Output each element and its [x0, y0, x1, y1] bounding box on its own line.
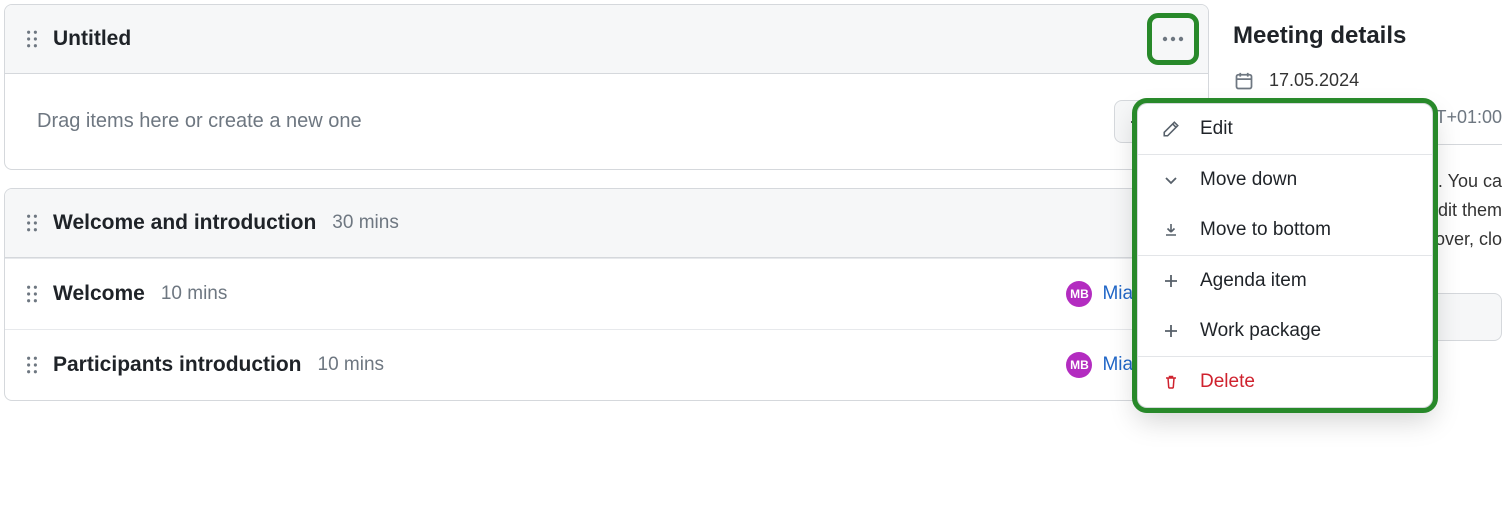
menu-item-move-to-bottom[interactable]: Move to bottom: [1138, 205, 1432, 255]
menu-item-delete[interactable]: Delete: [1138, 357, 1432, 407]
menu-item-work-package[interactable]: Work package: [1138, 306, 1432, 356]
menu-item-label: Work package: [1200, 320, 1321, 342]
move-to-bottom-icon: [1160, 222, 1182, 238]
drag-handle-icon[interactable]: [25, 356, 39, 374]
trash-icon: [1160, 374, 1182, 390]
section-title[interactable]: Untitled: [53, 27, 131, 51]
avatar: MB: [1066, 352, 1092, 378]
plus-icon: [1160, 273, 1182, 289]
agenda-item-duration: 10 mins: [161, 283, 228, 305]
calendar-icon: [1233, 71, 1255, 91]
menu-item-label: Delete: [1200, 371, 1255, 393]
section-header: Welcome and introduction 30 mins: [5, 189, 1208, 258]
meeting-details-title: Meeting details: [1233, 22, 1502, 50]
drag-handle-icon[interactable]: [25, 214, 39, 232]
agenda-item-title: Welcome: [53, 282, 145, 306]
drag-handle-icon[interactable]: [25, 285, 39, 303]
agenda-item-row[interactable]: Welcome 10 mins MB Mia Bayer: [5, 258, 1208, 329]
menu-item-label: Agenda item: [1200, 270, 1307, 292]
section-empty-body: Drag items here or create a new one A: [5, 74, 1208, 169]
section-more-button[interactable]: [1150, 16, 1196, 62]
section-title[interactable]: Welcome and introduction: [53, 211, 316, 235]
agenda-item-duration: 10 mins: [318, 354, 385, 376]
menu-item-label: Edit: [1200, 118, 1233, 140]
menu-item-agenda-item[interactable]: Agenda item: [1138, 256, 1432, 306]
section-header: Untitled: [5, 5, 1208, 74]
empty-state-hint: Drag items here or create a new one: [37, 110, 362, 133]
avatar: MB: [1066, 281, 1092, 307]
menu-item-label: Move down: [1200, 169, 1297, 191]
pencil-icon: [1160, 120, 1182, 138]
agenda-section-welcome: Welcome and introduction 30 mins Welcome…: [4, 188, 1209, 401]
agenda-section-untitled: Untitled Drag items here or create a new…: [4, 4, 1209, 170]
drag-handle-icon[interactable]: [25, 30, 39, 48]
agenda-main-column: Untitled Drag items here or create a new…: [4, 4, 1209, 519]
agenda-item-row[interactable]: Participants introduction 10 mins MB Mia…: [5, 329, 1208, 400]
menu-item-label: Move to bottom: [1200, 219, 1331, 241]
section-actions-menu: Edit Move down Move to bottom Agenda ite…: [1137, 103, 1433, 408]
menu-item-edit[interactable]: Edit: [1138, 104, 1432, 154]
meeting-date-row: 17.05.2024: [1233, 70, 1502, 91]
agenda-item-title: Participants introduction: [53, 353, 302, 377]
chevron-down-icon: [1160, 172, 1182, 188]
menu-item-move-down[interactable]: Move down: [1138, 155, 1432, 205]
meeting-date: 17.05.2024: [1269, 70, 1359, 91]
section-duration: 30 mins: [332, 212, 399, 234]
plus-icon: [1160, 323, 1182, 339]
